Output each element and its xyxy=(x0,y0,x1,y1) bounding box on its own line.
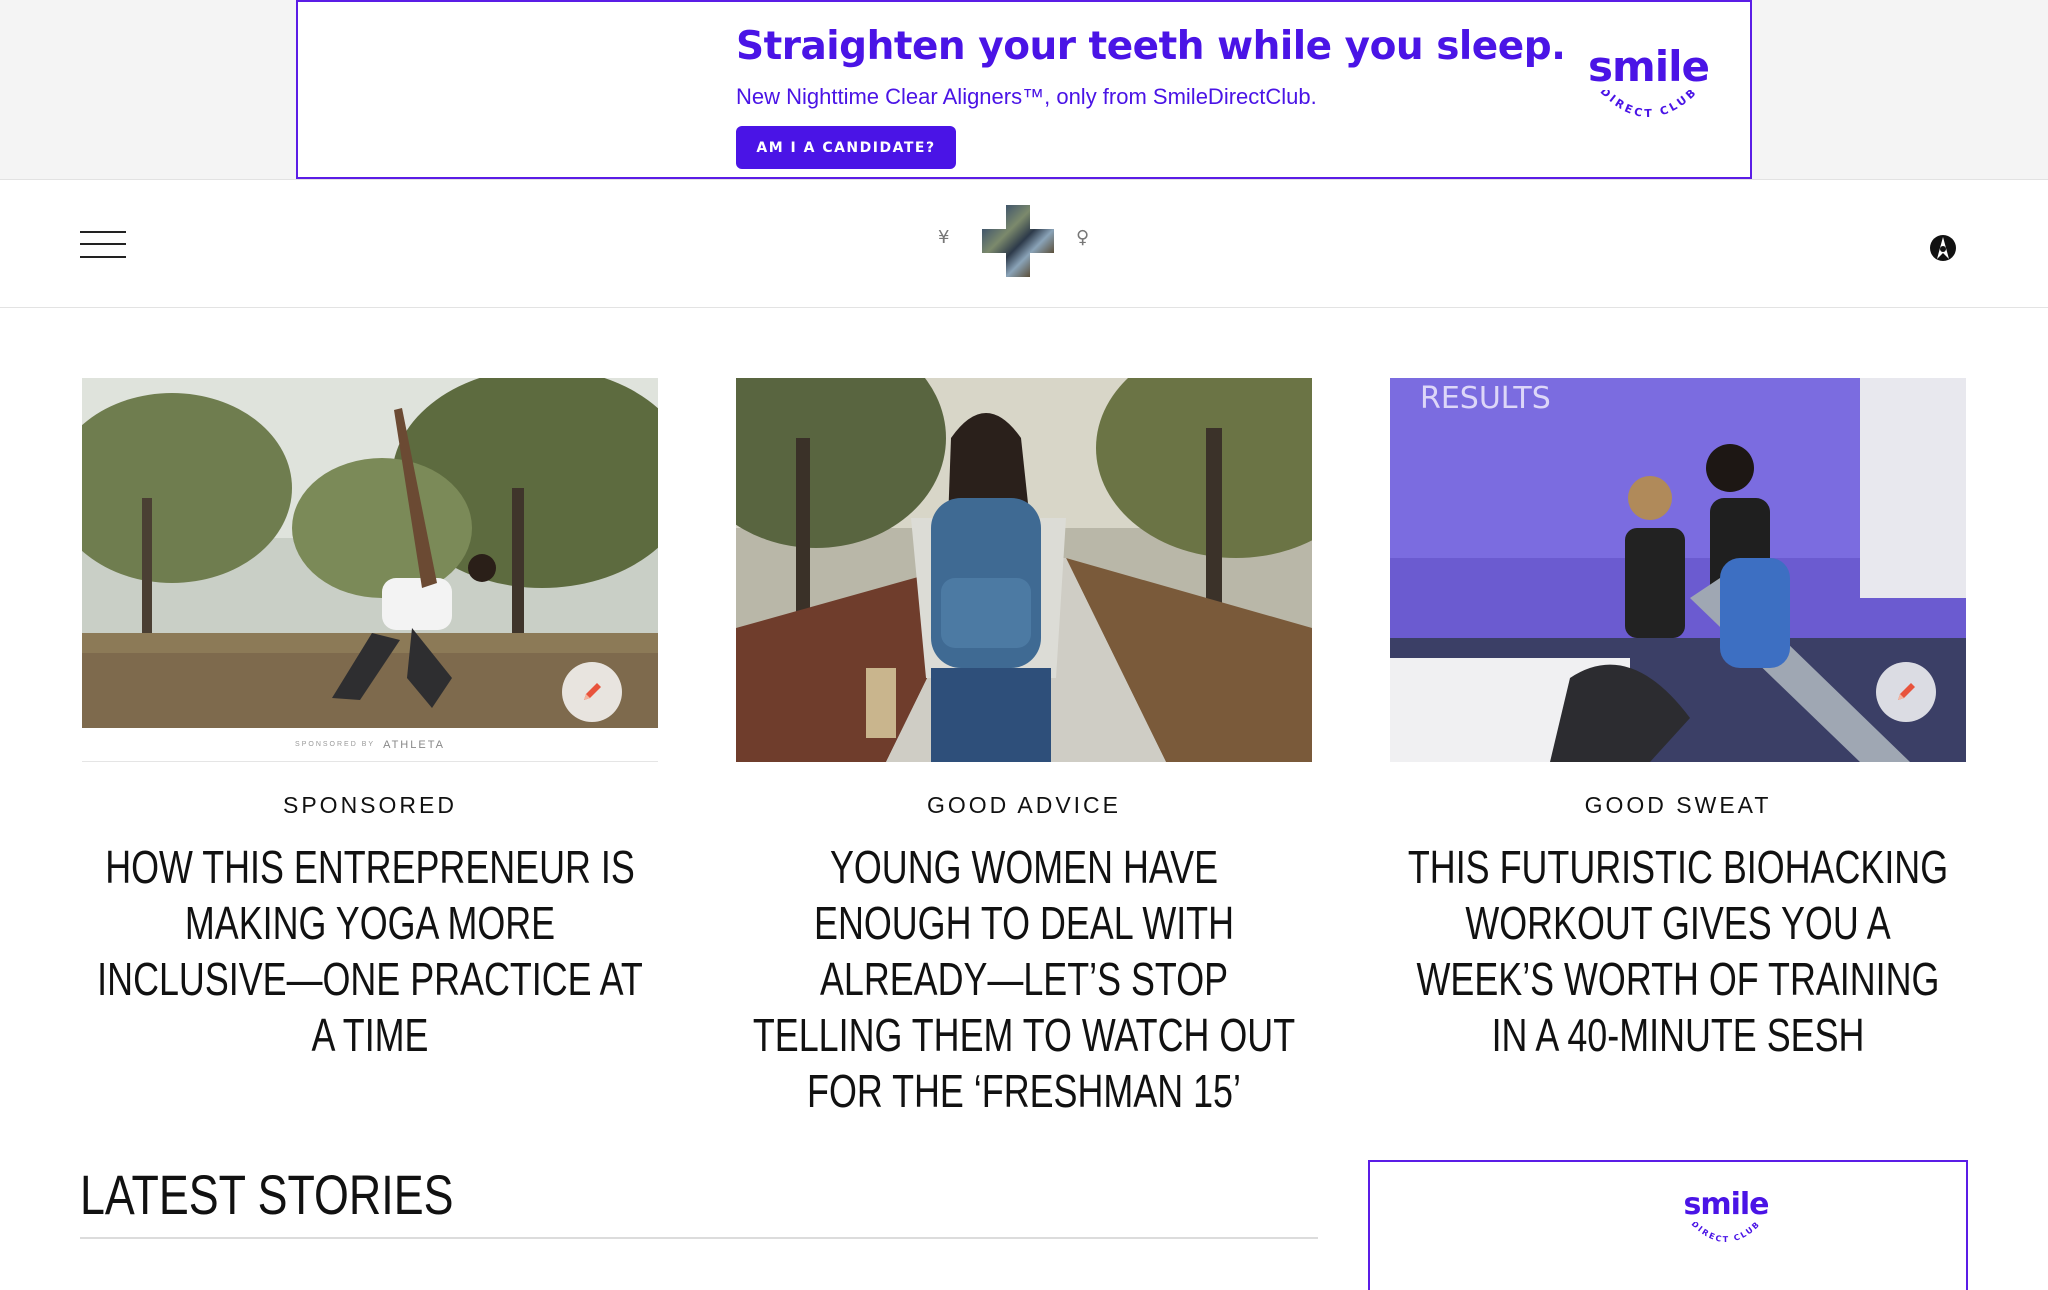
pencil-icon[interactable] xyxy=(1876,662,1936,722)
svg-text:RESULTS: RESULTS xyxy=(1420,381,1551,416)
pencil-icon[interactable] xyxy=(562,662,622,722)
card-category[interactable]: SPONSORED xyxy=(82,792,658,819)
article-image[interactable] xyxy=(736,378,1312,762)
logo-arc-text: DIRECT CLUB xyxy=(1598,90,1701,120)
article-card[interactable]: SPONSORED BY ATHLETA SPONSORED How this … xyxy=(82,378,658,1063)
smile-direct-club-logo[interactable]: smile DIRECT CLUB xyxy=(1588,42,1710,130)
card-title-text[interactable]: How this entrepreneur is making yoga mor… xyxy=(92,839,647,1063)
logo-right-glyph: ♀ xyxy=(1076,227,1090,248)
latest-stories-heading: LATEST STORIES xyxy=(80,1163,454,1226)
logo-word: smile xyxy=(1683,1187,1769,1222)
logo-cross-icon xyxy=(982,205,1054,277)
student-walking-photo xyxy=(736,378,1312,762)
sponsor-label: SPONSORED BY xyxy=(295,741,376,748)
smile-direct-club-logo[interactable]: smile DIRECT CLUB xyxy=(1683,1188,1769,1252)
article-image[interactable]: SPONSORED BY ATHLETA xyxy=(82,378,658,762)
card-category[interactable]: GOOD SWEAT xyxy=(1390,792,1966,819)
logo-arc-text: DIRECT CLUB xyxy=(1690,1222,1763,1244)
card-title-text[interactable]: This futuristic biohacking workout gives… xyxy=(1400,839,1955,1063)
article-image[interactable]: RESULTS xyxy=(1390,378,1966,762)
site-header: ¥ ♀ xyxy=(0,181,2048,308)
sponsor-brand: ATHLETA xyxy=(383,738,445,751)
logo-word: smile xyxy=(1588,42,1710,91)
site-logo[interactable]: ¥ ♀ xyxy=(938,205,1098,279)
logo-left-glyph: ¥ xyxy=(938,227,950,248)
card-title-text[interactable]: Young women have enough to deal with alr… xyxy=(746,839,1301,1119)
ad-subline[interactable]: New Nighttime Clear Aligners™, only from… xyxy=(736,84,1317,110)
ad-headline[interactable]: Straighten your teeth while you sleep. xyxy=(736,24,1566,69)
ad-cta-button[interactable]: AM I A CANDIDATE? xyxy=(736,126,956,169)
section-divider xyxy=(80,1237,1318,1239)
card-title[interactable]: This futuristic biohacking workout gives… xyxy=(1408,839,1948,1063)
card-category[interactable]: GOOD ADVICE xyxy=(736,792,1312,819)
smiledirectclub-ad-banner[interactable]: Straighten your teeth while you sleep. N… xyxy=(296,0,1752,179)
hamburger-menu-icon[interactable] xyxy=(80,231,126,259)
sponsor-strip: SPONSORED BY ATHLETA xyxy=(82,728,658,762)
card-title[interactable]: Young women have enough to deal with alr… xyxy=(753,839,1295,1119)
top-ad-band: Straighten your teeth while you sleep. N… xyxy=(0,0,2048,180)
svg-text:DIRECT CLUB: DIRECT CLUB xyxy=(1598,90,1701,120)
article-card[interactable]: GOOD ADVICE Young women have enough to d… xyxy=(736,378,1312,1119)
svg-text:DIRECT CLUB: DIRECT CLUB xyxy=(1690,1222,1763,1244)
article-card[interactable]: RESULTS GOOD SWEAT This futuristic bioha… xyxy=(1390,378,1966,1063)
card-title[interactable]: How this entrepreneur is making yoga mor… xyxy=(97,839,643,1063)
user-account-icon[interactable] xyxy=(1928,233,1958,263)
smiledirectclub-side-ad[interactable]: smile DIRECT CLUB xyxy=(1368,1160,1968,1290)
